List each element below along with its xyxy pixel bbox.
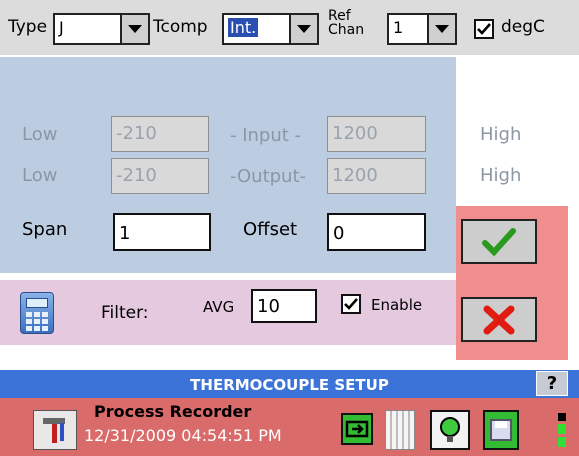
input-high-field: 1200 — [327, 116, 426, 152]
signal-indicator-icon — [558, 413, 566, 449]
offset-label: Offset — [243, 219, 298, 240]
ref-chan-label: Ref Chan — [328, 9, 364, 37]
span-label: Span — [22, 219, 68, 240]
offset-field[interactable]: 0 — [327, 213, 426, 251]
tcomp-select[interactable]: Int. — [222, 13, 319, 45]
degc-label: degC — [501, 17, 545, 37]
chevron-down-icon[interactable] — [120, 15, 148, 43]
output-low-label: Low — [22, 165, 58, 186]
span-field[interactable]: 1 — [113, 213, 211, 251]
ref-chan-value: 1 — [393, 18, 404, 37]
output-section-label: -Output- — [230, 166, 307, 187]
ref-label-line1: Ref — [328, 8, 351, 24]
input-high-label: High — [480, 124, 522, 145]
type-label: Type — [8, 17, 48, 37]
enable-label: Enable — [371, 296, 423, 314]
output-high-label: High — [480, 165, 522, 186]
chevron-down-icon[interactable] — [427, 15, 455, 43]
output-high-field: 1200 — [327, 158, 426, 194]
enable-checkbox[interactable] — [341, 294, 361, 314]
alarm-icon[interactable] — [430, 410, 470, 450]
confirm-button[interactable] — [461, 219, 537, 264]
degc-checkbox[interactable] — [474, 19, 494, 39]
input-section-label: - Input - — [230, 125, 302, 146]
save-icon[interactable] — [483, 410, 519, 450]
page-title: THERMOCOUPLE SETUP — [190, 376, 389, 394]
sync-icon[interactable] — [341, 413, 373, 445]
help-button[interactable]: ? — [536, 371, 568, 396]
avg-field[interactable]: 10 — [251, 289, 317, 323]
ref-label-line2: Chan — [328, 22, 365, 38]
channel-grid-icon[interactable] — [385, 410, 415, 450]
type-select-value: J — [59, 18, 64, 37]
filter-label: Filter: — [101, 303, 149, 323]
ref-chan-select[interactable]: 1 — [387, 13, 457, 45]
checkmark-icon — [482, 227, 516, 256]
chevron-down-icon[interactable] — [289, 15, 317, 43]
tcomp-select-value: Int. — [226, 17, 260, 38]
tools-icon[interactable] — [33, 410, 77, 450]
title-bar: THERMOCOUPLE SETUP — [0, 370, 579, 398]
input-low-label: Low — [22, 124, 58, 145]
avg-label: AVG — [203, 298, 235, 316]
checkmark-icon — [477, 23, 491, 35]
app-name: Process Recorder — [94, 402, 252, 421]
close-icon — [483, 305, 515, 334]
checkmark-icon — [344, 298, 358, 310]
input-low-field: -210 — [111, 116, 209, 152]
tcomp-label: Tcomp — [153, 17, 208, 37]
cancel-button[interactable] — [461, 297, 537, 342]
calculator-icon[interactable] — [20, 292, 54, 334]
output-low-field: -210 — [111, 158, 209, 194]
type-select[interactable]: J — [53, 13, 150, 45]
status-datetime: 12/31/2009 04:54:51 PM — [84, 426, 282, 445]
